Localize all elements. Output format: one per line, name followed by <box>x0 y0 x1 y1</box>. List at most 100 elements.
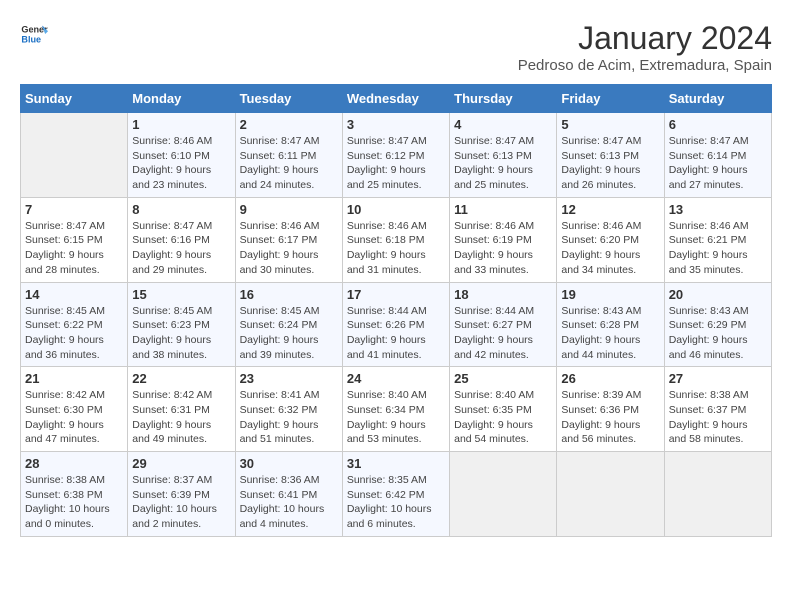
calendar-cell: 18 Sunrise: 8:44 AMSunset: 6:27 PMDayligh… <box>450 282 557 367</box>
day-info: Sunrise: 8:37 AMSunset: 6:39 PMDaylight:… <box>132 473 230 532</box>
calendar-title: January 2024 <box>518 20 772 57</box>
day-number: 30 <box>240 456 338 471</box>
logo-icon: General Blue <box>20 20 48 48</box>
day-number: 28 <box>25 456 123 471</box>
day-info: Sunrise: 8:47 AMSunset: 6:16 PMDaylight:… <box>132 219 230 278</box>
day-number: 5 <box>561 117 659 132</box>
day-number: 4 <box>454 117 552 132</box>
day-number: 10 <box>347 202 445 217</box>
calendar-cell: 11 Sunrise: 8:46 AMSunset: 6:19 PMDayligh… <box>450 197 557 282</box>
calendar-cell: 15 Sunrise: 8:45 AMSunset: 6:23 PMDayligh… <box>128 282 235 367</box>
calendar-cell <box>21 113 128 198</box>
calendar-table: Sunday Monday Tuesday Wednesday Thursday… <box>20 84 772 537</box>
day-info: Sunrise: 8:46 AMSunset: 6:10 PMDaylight:… <box>132 134 230 193</box>
day-info: Sunrise: 8:43 AMSunset: 6:29 PMDaylight:… <box>669 304 767 363</box>
calendar-week-row: 28 Sunrise: 8:38 AMSunset: 6:38 PMDayligh… <box>21 452 772 537</box>
day-number: 16 <box>240 287 338 302</box>
header-thursday: Thursday <box>450 85 557 113</box>
calendar-cell <box>557 452 664 537</box>
calendar-cell: 23Sunrise: 8:41 AMSunset: 6:32 PMDayligh… <box>235 367 342 452</box>
calendar-cell: 22 Sunrise: 8:42 AMSunset: 6:31 PMDayligh… <box>128 367 235 452</box>
calendar-cell: 12Sunrise: 8:46 AMSunset: 6:20 PMDayligh… <box>557 197 664 282</box>
calendar-subtitle: Pedroso de Acim, Extremadura, Spain <box>518 57 772 74</box>
day-number: 14 <box>25 287 123 302</box>
day-info: Sunrise: 8:40 AMSunset: 6:34 PMDaylight:… <box>347 388 445 447</box>
day-number: 18 <box>454 287 552 302</box>
header-saturday: Saturday <box>664 85 771 113</box>
calendar-cell: 28 Sunrise: 8:38 AMSunset: 6:38 PMDayligh… <box>21 452 128 537</box>
day-number: 7 <box>25 202 123 217</box>
calendar-cell: 8 Sunrise: 8:47 AMSunset: 6:16 PMDaylight… <box>128 197 235 282</box>
calendar-cell: 3 Sunrise: 8:47 AMSunset: 6:12 PMDaylight… <box>342 113 449 198</box>
day-info: Sunrise: 8:42 AMSunset: 6:31 PMDaylight:… <box>132 388 230 447</box>
day-info: Sunrise: 8:45 AMSunset: 6:24 PMDaylight:… <box>240 304 338 363</box>
calendar-cell: 25 Sunrise: 8:40 AMSunset: 6:35 PMDayligh… <box>450 367 557 452</box>
day-number: 31 <box>347 456 445 471</box>
day-info: Sunrise: 8:47 AMSunset: 6:13 PMDaylight:… <box>561 134 659 193</box>
day-number: 29 <box>132 456 230 471</box>
header-monday: Monday <box>128 85 235 113</box>
day-info: Sunrise: 8:38 AMSunset: 6:38 PMDaylight:… <box>25 473 123 532</box>
day-info: Sunrise: 8:46 AMSunset: 6:20 PMDaylight:… <box>561 219 659 278</box>
day-info: Sunrise: 8:47 AMSunset: 6:11 PMDaylight:… <box>240 134 338 193</box>
page-header: General Blue January 2024 Pedroso de Aci… <box>20 20 772 74</box>
calendar-cell: 9Sunrise: 8:46 AMSunset: 6:17 PMDaylight… <box>235 197 342 282</box>
day-info: Sunrise: 8:38 AMSunset: 6:37 PMDaylight:… <box>669 388 767 447</box>
day-number: 15 <box>132 287 230 302</box>
calendar-cell: 16 Sunrise: 8:45 AMSunset: 6:24 PMDayligh… <box>235 282 342 367</box>
calendar-week-row: 14 Sunrise: 8:45 AMSunset: 6:22 PMDayligh… <box>21 282 772 367</box>
day-number: 11 <box>454 202 552 217</box>
day-info: Sunrise: 8:45 AMSunset: 6:23 PMDaylight:… <box>132 304 230 363</box>
weekday-header-row: Sunday Monday Tuesday Wednesday Thursday… <box>21 85 772 113</box>
day-info: Sunrise: 8:41 AMSunset: 6:32 PMDaylight:… <box>240 388 338 447</box>
day-info: Sunrise: 8:42 AMSunset: 6:30 PMDaylight:… <box>25 388 123 447</box>
calendar-cell: 24 Sunrise: 8:40 AMSunset: 6:34 PMDayligh… <box>342 367 449 452</box>
calendar-week-row: 21 Sunrise: 8:42 AMSunset: 6:30 PMDayligh… <box>21 367 772 452</box>
day-number: 3 <box>347 117 445 132</box>
calendar-cell: 20 Sunrise: 8:43 AMSunset: 6:29 PMDayligh… <box>664 282 771 367</box>
day-number: 6 <box>669 117 767 132</box>
day-number: 24 <box>347 371 445 386</box>
day-number: 25 <box>454 371 552 386</box>
calendar-cell: 5 Sunrise: 8:47 AMSunset: 6:13 PMDaylight… <box>557 113 664 198</box>
day-number: 2 <box>240 117 338 132</box>
day-info: Sunrise: 8:47 AMSunset: 6:12 PMDaylight:… <box>347 134 445 193</box>
calendar-cell: 7Sunrise: 8:47 AMSunset: 6:15 PMDaylight… <box>21 197 128 282</box>
day-info: Sunrise: 8:44 AMSunset: 6:26 PMDaylight:… <box>347 304 445 363</box>
calendar-cell: 21 Sunrise: 8:42 AMSunset: 6:30 PMDayligh… <box>21 367 128 452</box>
day-info: Sunrise: 8:47 AMSunset: 6:14 PMDaylight:… <box>669 134 767 193</box>
day-info: Sunrise: 8:40 AMSunset: 6:35 PMDaylight:… <box>454 388 552 447</box>
header-sunday: Sunday <box>21 85 128 113</box>
day-number: 19 <box>561 287 659 302</box>
day-info: Sunrise: 8:47 AMSunset: 6:13 PMDaylight:… <box>454 134 552 193</box>
day-info: Sunrise: 8:45 AMSunset: 6:22 PMDaylight:… <box>25 304 123 363</box>
day-info: Sunrise: 8:35 AMSunset: 6:42 PMDaylight:… <box>347 473 445 532</box>
svg-text:Blue: Blue <box>21 34 41 44</box>
day-number: 13 <box>669 202 767 217</box>
calendar-cell: 2 Sunrise: 8:47 AMSunset: 6:11 PMDaylight… <box>235 113 342 198</box>
day-info: Sunrise: 8:36 AMSunset: 6:41 PMDaylight:… <box>240 473 338 532</box>
calendar-cell: 26 Sunrise: 8:39 AMSunset: 6:36 PMDayligh… <box>557 367 664 452</box>
calendar-week-row: 7Sunrise: 8:47 AMSunset: 6:15 PMDaylight… <box>21 197 772 282</box>
day-number: 21 <box>25 371 123 386</box>
day-info: Sunrise: 8:46 AMSunset: 6:19 PMDaylight:… <box>454 219 552 278</box>
calendar-cell: 14 Sunrise: 8:45 AMSunset: 6:22 PMDayligh… <box>21 282 128 367</box>
day-number: 26 <box>561 371 659 386</box>
calendar-cell: 10Sunrise: 8:46 AMSunset: 6:18 PMDayligh… <box>342 197 449 282</box>
day-info: Sunrise: 8:46 AMSunset: 6:17 PMDaylight:… <box>240 219 338 278</box>
calendar-cell: 4 Sunrise: 8:47 AMSunset: 6:13 PMDaylight… <box>450 113 557 198</box>
day-number: 22 <box>132 371 230 386</box>
day-info: Sunrise: 8:39 AMSunset: 6:36 PMDaylight:… <box>561 388 659 447</box>
calendar-cell: 6 Sunrise: 8:47 AMSunset: 6:14 PMDaylight… <box>664 113 771 198</box>
calendar-cell: 29 Sunrise: 8:37 AMSunset: 6:39 PMDayligh… <box>128 452 235 537</box>
calendar-cell: 31 Sunrise: 8:35 AMSunset: 6:42 PMDayligh… <box>342 452 449 537</box>
day-info: Sunrise: 8:44 AMSunset: 6:27 PMDaylight:… <box>454 304 552 363</box>
calendar-cell <box>450 452 557 537</box>
day-number: 17 <box>347 287 445 302</box>
day-number: 8 <box>132 202 230 217</box>
header-tuesday: Tuesday <box>235 85 342 113</box>
day-number: 20 <box>669 287 767 302</box>
day-number: 27 <box>669 371 767 386</box>
calendar-cell: 13Sunrise: 8:46 AMSunset: 6:21 PMDayligh… <box>664 197 771 282</box>
title-block: January 2024 Pedroso de Acim, Extremadur… <box>518 20 772 74</box>
